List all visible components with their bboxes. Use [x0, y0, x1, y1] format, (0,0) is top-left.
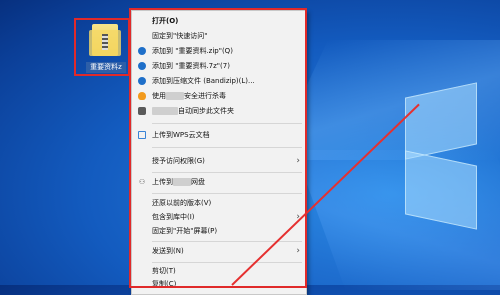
annotation-box-file [74, 18, 130, 76]
windows-logo-pane [405, 150, 477, 230]
windows-logo-pane [405, 82, 477, 160]
annotation-box-menu [129, 8, 307, 288]
